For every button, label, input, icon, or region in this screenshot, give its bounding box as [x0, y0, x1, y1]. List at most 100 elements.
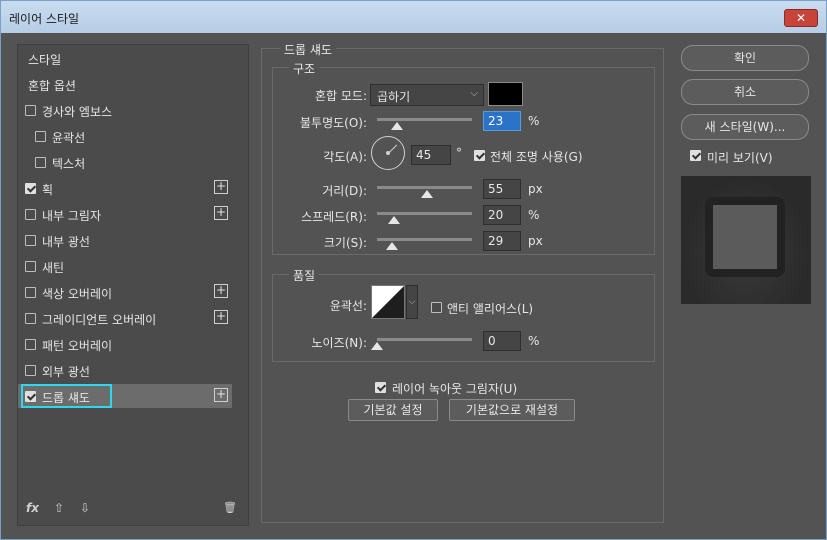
distance-unit: px — [528, 182, 543, 196]
style-item-checkbox[interactable] — [25, 105, 36, 116]
opacity-slider[interactable] — [377, 118, 472, 121]
noise-slider[interactable] — [377, 338, 472, 341]
global-light-checkbox[interactable] — [474, 150, 485, 161]
fx-icon[interactable]: fx — [26, 501, 39, 515]
style-item-label: 혼합 옵션 — [28, 79, 76, 93]
style-item[interactable]: 내부 광선 — [18, 228, 232, 252]
contour-picker[interactable] — [371, 285, 405, 319]
style-item-label: 경사와 엠보스 — [42, 105, 113, 119]
spread-label: 스프레드(R): — [301, 210, 367, 224]
opacity-input[interactable]: 23 — [483, 111, 521, 131]
spread-slider[interactable] — [377, 212, 472, 215]
style-item[interactable]: 경사와 엠보스 — [18, 98, 232, 122]
style-item[interactable]: 새틴 — [18, 254, 232, 278]
style-item[interactable]: 획 + — [18, 176, 232, 200]
preview-square — [713, 205, 777, 269]
distance-input[interactable]: 55 — [483, 179, 521, 199]
size-label: 크기(S): — [323, 236, 367, 250]
style-item[interactable]: 혼합 옵션 — [18, 72, 232, 96]
cancel-button[interactable]: 취소 — [681, 79, 809, 105]
style-item[interactable]: 윤곽선 — [18, 124, 232, 148]
distance-slider-thumb[interactable] — [421, 190, 433, 198]
style-item-checkbox[interactable] — [25, 313, 36, 324]
size-input[interactable]: 29 — [483, 231, 521, 251]
style-item-label: 내부 그림자 — [42, 209, 102, 223]
style-item[interactable]: 스타일 — [18, 46, 232, 70]
drop-shadow-group: 드롭 섀도 구조 혼합 모드: 곱하기 ⌵ 불투명도(O): 23 % 각도(A… — [261, 41, 664, 523]
blend-mode-select[interactable]: 곱하기 ⌵ — [370, 84, 484, 106]
styles-footer: fx ⇧ ⇩ 🗑 — [18, 493, 248, 525]
style-item-label: 내부 광선 — [42, 235, 90, 249]
opacity-unit: % — [528, 114, 540, 128]
trash-icon[interactable]: 🗑 — [223, 501, 237, 514]
style-item-label: 패턴 오버레이 — [42, 339, 113, 353]
style-item-label: 윤곽선 — [52, 131, 86, 145]
size-slider[interactable] — [377, 238, 472, 241]
structure-group: 구조 혼합 모드: 곱하기 ⌵ 불투명도(O): 23 % 각도(A): 45 — [272, 60, 655, 255]
preview-label: 미리 보기(V) — [707, 151, 773, 165]
add-effect-button[interactable]: + — [214, 388, 228, 402]
contour-dropdown[interactable]: ⌵ — [406, 285, 418, 319]
style-item-checkbox[interactable] — [25, 209, 36, 220]
title-bar: 레이어 스타일 ✕ — [1, 1, 826, 33]
angle-dial[interactable] — [371, 136, 405, 170]
opacity-slider-thumb[interactable] — [391, 122, 403, 130]
noise-input[interactable]: 0 — [483, 331, 521, 351]
style-item-label: 그레이디언트 오버레이 — [42, 313, 157, 327]
quality-group: 품질 윤곽선: ⌵ 앤티 앨리어스(L) 노이즈(N): 0 % — [272, 267, 655, 362]
style-item[interactable]: 드롭 섀도 + — [18, 384, 232, 408]
style-item-checkbox[interactable] — [25, 183, 36, 194]
drop-shadow-title: 드롭 섀도 — [280, 41, 336, 58]
spread-slider-thumb[interactable] — [388, 216, 400, 224]
shadow-color-swatch[interactable] — [488, 82, 523, 106]
distance-label: 거리(D): — [322, 184, 367, 198]
add-effect-button[interactable]: + — [214, 310, 228, 324]
blend-mode-value: 곱하기 — [377, 90, 411, 104]
ok-button[interactable]: 확인 — [681, 45, 809, 71]
move-down-icon[interactable]: ⇩ — [80, 501, 90, 515]
styles-list-scrollbar[interactable] — [234, 45, 248, 515]
add-effect-button[interactable]: + — [214, 284, 228, 298]
angle-dial-needle — [388, 144, 398, 154]
new-style-button[interactable]: 새 스타일(W)... — [681, 114, 809, 140]
style-item[interactable]: 색상 오버레이 + — [18, 280, 232, 304]
style-item-checkbox[interactable] — [35, 157, 46, 168]
style-item-checkbox[interactable] — [25, 261, 36, 272]
add-effect-button[interactable]: + — [214, 206, 228, 220]
style-item[interactable]: 외부 광선 — [18, 358, 232, 382]
noise-slider-thumb[interactable] — [371, 342, 383, 350]
move-up-icon[interactable]: ⇧ — [54, 501, 64, 515]
style-item-label: 색상 오버레이 — [42, 287, 113, 301]
angle-unit: ° — [456, 146, 462, 160]
style-item[interactable]: 내부 그림자 + — [18, 202, 232, 226]
style-item-checkbox[interactable] — [25, 365, 36, 376]
close-button[interactable]: ✕ — [784, 9, 818, 27]
window-title: 레이어 스타일 — [9, 12, 80, 26]
blend-mode-label: 혼합 모드: — [314, 89, 367, 103]
style-item-checkbox[interactable] — [25, 235, 36, 246]
angle-input[interactable]: 45 — [411, 145, 451, 165]
make-default-button[interactable]: 기본값 설정 — [348, 399, 438, 421]
spread-input[interactable]: 20 — [483, 205, 521, 225]
antialias-checkbox[interactable] — [431, 302, 442, 313]
contour-label: 윤곽선: — [329, 299, 367, 313]
add-effect-button[interactable]: + — [214, 180, 228, 194]
styles-list-panel: 스타일 혼합 옵션 경사와 엠보스 윤곽선 텍스처 획 + 내부 그림자 + 내부 광선 새틴 색상 … — [17, 44, 249, 526]
reset-default-button[interactable]: 기본값으로 재설정 — [449, 399, 575, 421]
structure-title: 구조 — [289, 60, 320, 77]
style-item[interactable]: 패턴 오버레이 — [18, 332, 232, 356]
style-item-checkbox[interactable] — [25, 339, 36, 350]
style-item[interactable]: 그레이디언트 오버레이 + — [18, 306, 232, 330]
preview-checkbox[interactable] — [690, 150, 701, 161]
distance-slider[interactable] — [377, 186, 472, 189]
style-item-checkbox[interactable] — [25, 287, 36, 298]
size-slider-thumb[interactable] — [386, 242, 398, 250]
opacity-label: 불투명도(O): — [299, 116, 367, 130]
style-item-checkbox[interactable] — [35, 131, 46, 142]
style-item-label: 외부 광선 — [42, 365, 90, 379]
dialog-content: 스타일 혼합 옵션 경사와 엠보스 윤곽선 텍스처 획 + 내부 그림자 + 내부 광선 새틴 색상 … — [6, 33, 823, 536]
knockout-checkbox[interactable] — [375, 382, 386, 393]
style-item[interactable]: 텍스처 — [18, 150, 232, 174]
chevron-down-icon: ⌵ — [470, 88, 478, 99]
style-item-label: 획 — [42, 183, 54, 197]
